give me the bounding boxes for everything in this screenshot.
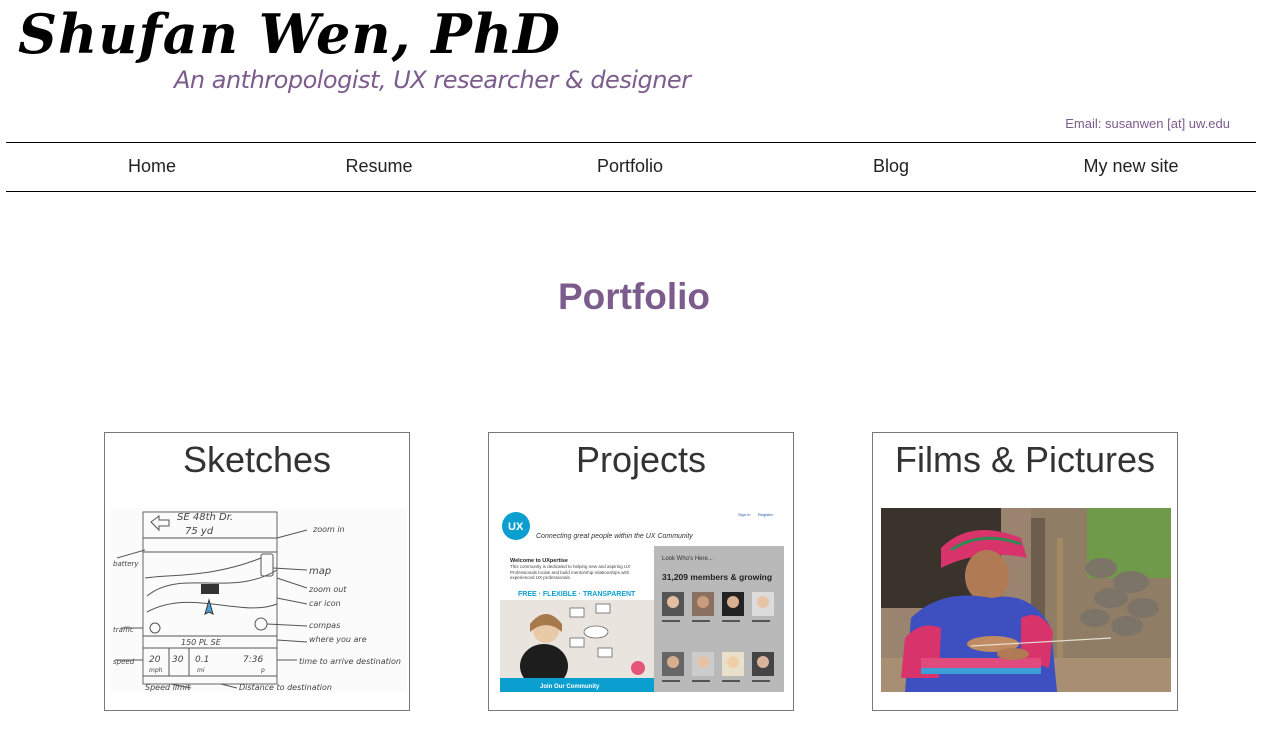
sketch-label-clock: 7:36 [243, 655, 263, 665]
sketch-label-distance: 75 yd [185, 526, 214, 537]
projects-screenshot[interactable]: UX Connecting great people within the UX… [500, 508, 784, 692]
sketch-label-speed: speed [113, 658, 135, 666]
sketch-label-miles-unit: mi [197, 667, 205, 674]
sketch-label-clock-unit: p [260, 667, 265, 674]
ux-look-heading: Look Who's Here... [662, 556, 713, 562]
films-photo[interactable] [881, 508, 1171, 692]
site-tagline: An anthropologist, UX researcher & desig… [174, 66, 691, 94]
email-contact[interactable]: Email: susanwen [at] uw.edu [1065, 116, 1230, 131]
sketch-label-map: map [309, 566, 331, 577]
ux-intro: This community is dedicated to helping n… [510, 564, 631, 580]
sketch-label-battery: battery [113, 560, 139, 568]
sketch-label-speed-limit-value: 30 [172, 655, 184, 665]
sketch-label-speed-now: 20 [149, 655, 161, 665]
ux-sign-in: Sign In [738, 512, 750, 517]
card-title-sketches[interactable]: Sketches [105, 439, 409, 481]
ux-members: 31,209 members & growing [662, 572, 772, 582]
site-title: Shufan Wen, PhD [18, 2, 561, 66]
page-title: Portfolio [557, 276, 711, 317]
sketch-label-speed-unit: mph [149, 667, 163, 674]
nav-my-new-site[interactable]: My new site [1083, 143, 1178, 191]
sketch-label-zoom-in: zoom in [312, 525, 345, 534]
sketch-label-distance-destination: Distance to destination [239, 683, 332, 692]
nav-blog[interactable]: Blog [873, 143, 909, 191]
nav-portfolio[interactable]: Portfolio [597, 143, 663, 191]
main-navigation: Home Resume Portfolio Blog My new site [6, 142, 1256, 192]
sketch-label-street: SE 48th Dr. [177, 512, 233, 523]
sketch-label-address: 150 PL SE [181, 638, 222, 647]
nav-home[interactable]: Home [128, 143, 176, 191]
sketch-label-time-note: time to arrive destination [299, 657, 401, 666]
sketch-image[interactable]: SE 48th Dr. 75 yd zoom in map zoom out c… [111, 508, 407, 692]
sketch-label-speed-limit: Speed limit [145, 683, 191, 692]
card-title-projects[interactable]: Projects [489, 439, 793, 481]
sketch-label-car-icon: car icon [309, 599, 341, 608]
sketch-label-traffic: traffic [113, 626, 134, 634]
ux-slogan: FREE · FLEXIBLE · TRANSPARENT [518, 591, 636, 598]
card-title-films-pictures[interactable]: Films & Pictures [873, 439, 1177, 481]
sketch-label-compass: compas [309, 621, 340, 630]
card-sketches[interactable]: Sketches SE 48th Dr. 75 yd zoom in map z… [104, 432, 410, 711]
sketch-label-miles: 0.1 [195, 655, 209, 665]
card-films-pictures[interactable]: Films & Pictures [872, 432, 1178, 711]
sketch-label-where: where you are [309, 635, 367, 644]
sketch-label-zoom-out: zoom out [308, 585, 347, 594]
ux-logo-text: UX [508, 521, 524, 533]
card-projects[interactable]: Projects UX Connecting great people with… [488, 432, 794, 711]
ux-tagline: Connecting great people within the UX Co… [536, 533, 693, 540]
ux-join-button: Join Our Community [540, 684, 600, 690]
ux-register: Register [758, 512, 774, 517]
nav-resume[interactable]: Resume [345, 143, 412, 191]
